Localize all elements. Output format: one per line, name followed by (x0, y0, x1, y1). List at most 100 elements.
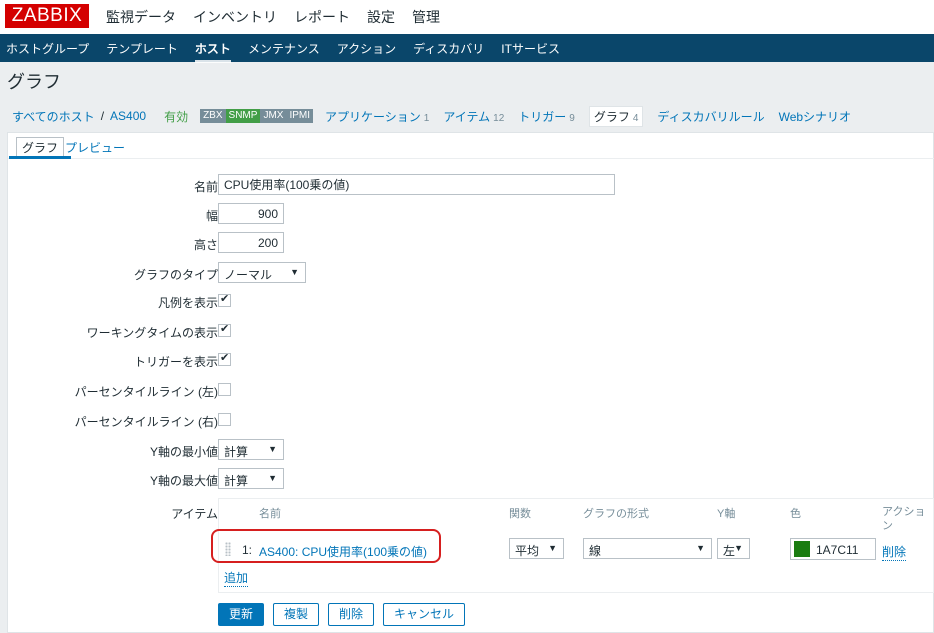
form-row-show-triggers: トリガーを表示 (8, 349, 934, 371)
status-enabled[interactable]: 有効 (164, 108, 188, 125)
top-menu-reports[interactable]: レポート (294, 7, 350, 27)
host-tab-items[interactable]: アイテム 12 (443, 108, 504, 125)
clone-button[interactable]: 複製 (273, 603, 320, 626)
items-header-y-axis: Y軸 (717, 508, 736, 520)
form-tabs: グラフ プレビュー (8, 133, 934, 159)
tab-preview[interactable]: プレビュー (65, 139, 125, 156)
form-row-graph-type: グラフのタイプ ノーマル ▼ (8, 262, 934, 284)
show-legend-label: 凡例を表示 (157, 296, 218, 310)
top-menu-inventory[interactable]: インベントリ (193, 7, 277, 27)
host-tab-label: ディスカバリルール (657, 109, 765, 124)
graph-type-label: グラフのタイプ (133, 268, 218, 282)
item-draw-style-select[interactable]: 線 ▼ (583, 538, 712, 559)
graph-type-select[interactable]: ノーマル ▼ (218, 262, 306, 283)
working-time-label: ワーキングタイムの表示 (86, 326, 218, 340)
delete-button[interactable]: 削除 (328, 603, 375, 626)
page-title: グラフ (7, 72, 61, 92)
working-time-checkbox[interactable] (218, 322, 231, 337)
top-menu-configuration[interactable]: 設定 (367, 7, 395, 27)
items-table: 名前 関数 グラフの形式 Y軸 色 アクション 1: AS400: CPU使用率… (211, 498, 934, 593)
sub-menu-it-services[interactable]: ITサービス (501, 40, 560, 57)
chevron-down-icon: ▼ (734, 543, 743, 553)
chevron-down-icon: ▼ (548, 543, 557, 553)
show-legend-checkbox[interactable] (218, 292, 231, 307)
badge-snmp: SNMP (225, 109, 261, 123)
host-tab-applications[interactable]: アプリケーション 1 (325, 108, 429, 125)
tab-graph[interactable]: グラフ (16, 137, 65, 159)
cancel-button[interactable]: キャンセル (383, 603, 466, 626)
form-row-working-time: ワーキングタイムの表示 (8, 320, 934, 342)
graph-type-value: ノーマル (224, 268, 273, 282)
sub-menu-actions[interactable]: アクション (337, 40, 396, 57)
host-tab-label: Webシナリオ (778, 109, 852, 124)
items-header-color: 色 (790, 508, 801, 520)
sub-menu-maintenance[interactable]: メンテナンス (248, 40, 320, 57)
item-remove-link[interactable]: 削除 (882, 543, 907, 561)
sub-menu: ホストグループ テンプレート ホスト メンテナンス アクション ディスカバリ I… (6, 34, 577, 63)
sub-menu-bar: ホストグループ テンプレート ホスト メンテナンス アクション ディスカバリ I… (0, 34, 934, 63)
top-bar: ZABBIX 監視データ インベントリ レポート 設定 管理 (0, 0, 934, 34)
percentile-left-label: パーセンタイルライン (左) (74, 385, 218, 399)
top-menu-administration[interactable]: 管理 (412, 7, 440, 27)
item-y-axis-select[interactable]: 左 ▼ (717, 538, 750, 559)
badge-jmx: JMX (260, 109, 287, 123)
breadcrumb-host[interactable]: AS400 (110, 109, 146, 123)
sub-menu-discovery[interactable]: ディスカバリ (413, 40, 484, 57)
host-tab-count: 9 (569, 112, 575, 124)
form-row-width: 幅 (8, 203, 934, 225)
availability-badges: ZBX SNMP JMX IPMI (200, 109, 313, 123)
width-field[interactable] (218, 203, 284, 224)
items-header-action: アクション (882, 506, 926, 532)
sub-menu-templates[interactable]: テンプレート (106, 40, 178, 57)
items-header-name: 名前 (259, 508, 281, 520)
host-tab-discovery-rules[interactable]: ディスカバリルール (657, 108, 764, 125)
name-field[interactable] (218, 174, 615, 195)
top-menu-monitoring[interactable]: 監視データ (106, 7, 176, 27)
form-row-name: 名前 (8, 174, 934, 196)
item-color-picker[interactable]: 1A7C11 (790, 538, 876, 560)
host-tab-web-scenarios[interactable]: Webシナリオ (779, 108, 851, 125)
badge-zbx: ZBX (200, 109, 226, 123)
host-tab-label: アプリケーション (325, 109, 421, 124)
height-field[interactable] (218, 232, 284, 253)
sub-menu-host-groups[interactable]: ホストグループ (6, 40, 89, 57)
zabbix-logo[interactable]: ZABBIX (5, 4, 89, 28)
form-row-ymax: Y軸の最大値 計算 ▼ (8, 468, 934, 490)
ymax-select[interactable]: 計算 ▼ (218, 468, 284, 489)
color-swatch[interactable] (794, 541, 810, 557)
host-tab-count: 12 (493, 112, 505, 124)
chevron-down-icon: ▼ (290, 267, 299, 277)
show-triggers-label: トリガーを表示 (133, 355, 218, 369)
badge-ipmi: IPMI (286, 109, 313, 123)
items-header-function: 関数 (509, 508, 531, 520)
show-triggers-checkbox[interactable] (218, 351, 231, 366)
add-item-link[interactable]: 追加 (224, 569, 249, 587)
items-label: アイテム (171, 507, 218, 521)
breadcrumb: すべてのホスト / AS400 有効 ZBX SNMP JMX IPMI アプリ… (0, 101, 934, 131)
ymin-select[interactable]: 計算 ▼ (218, 439, 284, 460)
host-tab-triggers[interactable]: トリガー 9 (518, 108, 575, 125)
highlight-annotation (211, 529, 441, 563)
form-row-percentile-right: パーセンタイルライン (右) (8, 409, 934, 431)
breadcrumb-all-hosts[interactable]: すべてのホスト (12, 108, 95, 125)
percentile-right-checkbox[interactable] (218, 413, 231, 426)
graph-form-panel: グラフ プレビュー 名前 幅 高さ グラフのタイプ ノーマル ▼ 凡例を表示 ワー… (7, 132, 934, 633)
ymax-label: Y軸の最大値 (149, 474, 218, 488)
sub-menu-hosts[interactable]: ホスト (194, 40, 231, 63)
form-row-show-legend: 凡例を表示 (8, 290, 934, 312)
name-label: 名前 (193, 180, 218, 194)
form-row-percentile-left: パーセンタイルライン (左) (8, 379, 934, 401)
form-buttons: 更新 複製 削除 キャンセル (218, 603, 474, 626)
item-draw-style-value: 線 (589, 544, 602, 558)
percentile-left-checkbox[interactable] (218, 383, 231, 396)
host-tab-count: 1 (423, 112, 430, 124)
item-color-value: 1A7C11 (816, 543, 859, 557)
update-button[interactable]: 更新 (218, 603, 265, 626)
host-tab-label: アイテム (443, 109, 491, 124)
height-label: 高さ (193, 238, 218, 252)
host-tab-graphs[interactable]: グラフ 4 (588, 105, 644, 127)
form-row-height: 高さ (8, 232, 934, 254)
item-function-select[interactable]: 平均 ▼ (509, 538, 564, 559)
ymax-value: 計算 (224, 474, 249, 488)
host-tab-count: 4 (632, 112, 639, 124)
